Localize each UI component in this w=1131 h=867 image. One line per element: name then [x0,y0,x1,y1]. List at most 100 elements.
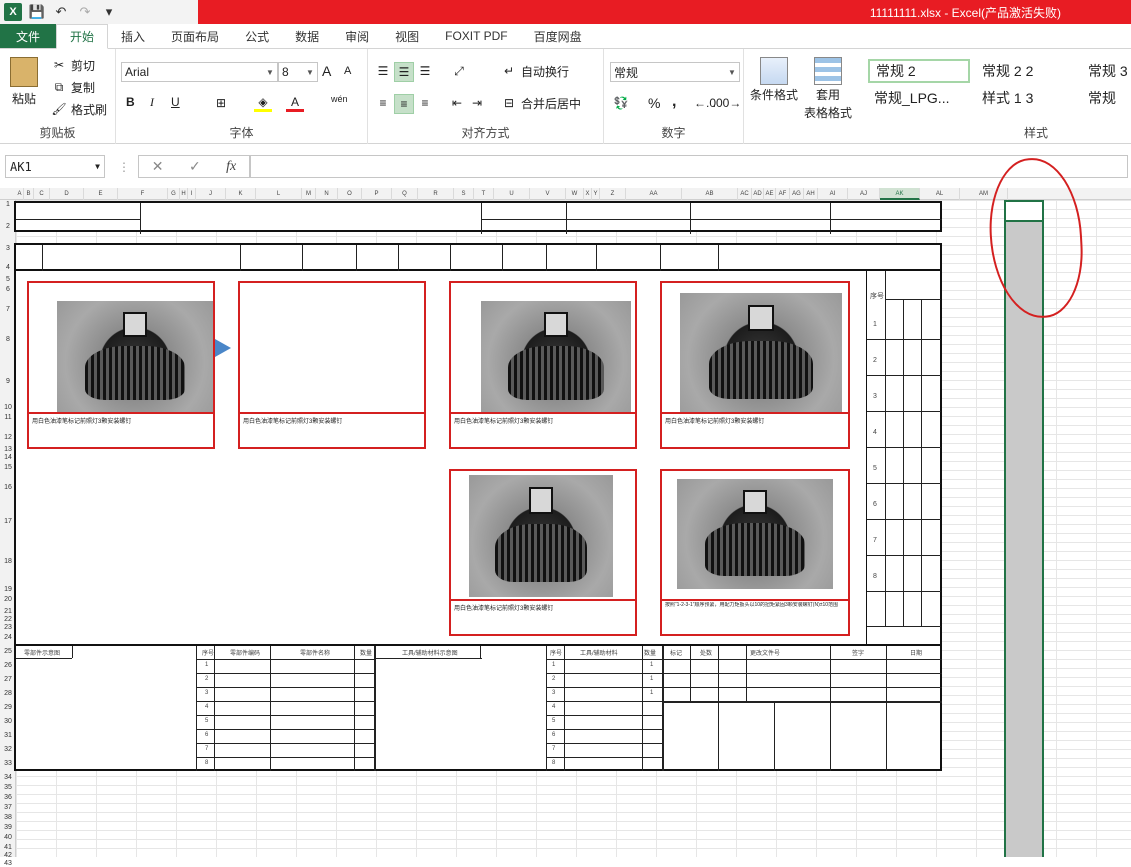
enter-icon[interactable]: ✓ [189,158,201,175]
shrink-font-button[interactable]: A [344,65,351,77]
style-normal-lpg[interactable]: 常规_LPG... [868,86,970,110]
row-header-37[interactable]: 37 [0,804,16,811]
column-header-aa[interactable]: AA [626,188,682,200]
increase-decimal-button[interactable]: ←.0 [694,94,716,112]
column-header-m[interactable]: M [302,188,316,200]
tab-page-layout[interactable]: 页面布局 [158,24,232,48]
undo-icon[interactable]: ↶ [52,3,70,21]
style-13[interactable]: 样式 1 3 [976,86,1076,110]
column-header-v[interactable]: V [530,188,566,200]
copy-button[interactable]: ⧉ 复制 [50,78,95,96]
format-as-table-button[interactable]: 套用 表格格式 [804,57,852,121]
column-header-g[interactable]: G [168,188,180,200]
row-header-35[interactable]: 35 [0,784,16,791]
column-header-z[interactable]: Z [600,188,626,200]
align-middle-button[interactable]: ☰ [394,62,414,82]
accounting-format-button[interactable]: 💱 [612,94,630,112]
row-header-41[interactable]: 41 [0,844,16,851]
orientation-button[interactable]: ⤢ [450,62,468,80]
comma-button[interactable]: , [672,93,676,111]
column-header-l[interactable]: L [256,188,302,200]
grow-font-button[interactable]: A [322,63,331,79]
conditional-format-button[interactable]: 条件格式 [750,57,798,103]
column-header-c[interactable]: C [34,188,50,200]
column-header-aj[interactable]: AJ [848,188,880,200]
formula-input[interactable] [250,155,1128,178]
row-header-43[interactable]: 43 [0,860,16,867]
column-header-ai[interactable]: AI [818,188,848,200]
column-header-r[interactable]: R [418,188,454,200]
phonetic-button[interactable]: wén [331,94,348,104]
column-header-f[interactable]: F [118,188,168,200]
name-box[interactable]: AK1 ▼ [5,155,105,178]
style-normal-3[interactable]: 常规 3 [1082,59,1131,83]
column-header-ah[interactable]: AH [804,188,818,200]
customize-qat-icon[interactable]: ▾ [100,3,118,21]
row-header-38[interactable]: 38 [0,814,16,821]
column-header-o[interactable]: O [338,188,362,200]
tab-file[interactable]: 文件 [0,24,57,48]
column-header-j[interactable]: J [196,188,226,200]
increase-indent-button[interactable]: ⇥ [468,94,486,112]
save-icon[interactable]: 💾 [28,3,46,21]
row-header-40[interactable]: 40 [0,834,16,841]
wrap-text-button[interactable]: ↵ 自动换行 [500,62,569,80]
column-header-a[interactable]: A [16,188,24,200]
column-header-t[interactable]: T [474,188,494,200]
column-header-af[interactable]: AF [776,188,790,200]
tab-data[interactable]: 数据 [282,24,332,48]
column-header-ag[interactable]: AG [790,188,804,200]
row-header-39[interactable]: 39 [0,824,16,831]
align-bottom-button[interactable]: ☰ [416,62,434,80]
cut-button[interactable]: ✂ 剪切 [50,56,95,74]
fx-icon[interactable]: fx [226,159,236,175]
tab-home[interactable]: 开始 [56,24,109,49]
font-name-select[interactable]: Arial ▼ [121,62,278,82]
tab-insert[interactable]: 插入 [108,24,158,48]
align-left-button[interactable]: ≡ [374,94,392,112]
borders-button[interactable]: ⊞ [212,94,230,112]
column-header-w[interactable]: W [566,188,584,200]
decrease-decimal-button[interactable]: .00→ [713,94,742,112]
fill-color-button[interactable]: ◈ [254,94,272,112]
style-normal[interactable]: 常规 [1082,86,1131,110]
column-header-p[interactable]: P [362,188,392,200]
font-size-select[interactable]: 8 ▼ [278,62,318,82]
style-normal-2-2[interactable]: 常规 2 2 [976,59,1076,83]
column-header-x[interactable]: X [584,188,592,200]
tab-foxit-pdf[interactable]: FOXIT PDF [432,24,520,48]
format-painter-button[interactable]: 🖌 格式刷 [50,100,107,118]
column-header-al[interactable]: AL [920,188,960,200]
tab-view[interactable]: 视图 [382,24,432,48]
number-format-select[interactable]: 常规 ▼ [610,62,740,82]
decrease-indent-button[interactable]: ⇤ [448,94,466,112]
column-header-ae[interactable]: AE [764,188,776,200]
column-header-q[interactable]: Q [392,188,418,200]
column-header-s[interactable]: S [454,188,474,200]
column-header-ak[interactable]: AK [880,188,920,200]
column-header-e[interactable]: E [84,188,118,200]
column-header-y[interactable]: Y [592,188,600,200]
column-header-u[interactable]: U [494,188,530,200]
column-header-k[interactable]: K [226,188,256,200]
column-header-b[interactable]: B [24,188,34,200]
paste-button[interactable]: 粘贴 [10,57,38,107]
column-header-n[interactable]: N [316,188,338,200]
style-normal-2[interactable]: 常规 2 [868,59,970,83]
underline-button[interactable]: U [171,95,180,109]
redo-icon[interactable]: ↷ [76,3,94,21]
chevron-down-icon[interactable]: ▼ [95,162,104,171]
tab-formulas[interactable]: 公式 [232,24,282,48]
column-header-ab[interactable]: AB [682,188,738,200]
row-header-42[interactable]: 42 [0,852,16,859]
align-center-button[interactable]: ≡ [394,94,414,114]
bold-button[interactable]: B [126,95,135,109]
font-color-button[interactable]: A [286,94,304,112]
align-right-button[interactable]: ≡ [416,94,434,112]
column-header-h[interactable]: H [180,188,188,200]
cancel-icon[interactable]: ✕ [152,158,164,175]
column-header-d[interactable]: D [50,188,84,200]
merge-center-button[interactable]: ⊟ 合并后居中 [500,94,581,112]
align-top-button[interactable]: ☰ [374,62,392,80]
column-header-i[interactable]: I [188,188,196,200]
